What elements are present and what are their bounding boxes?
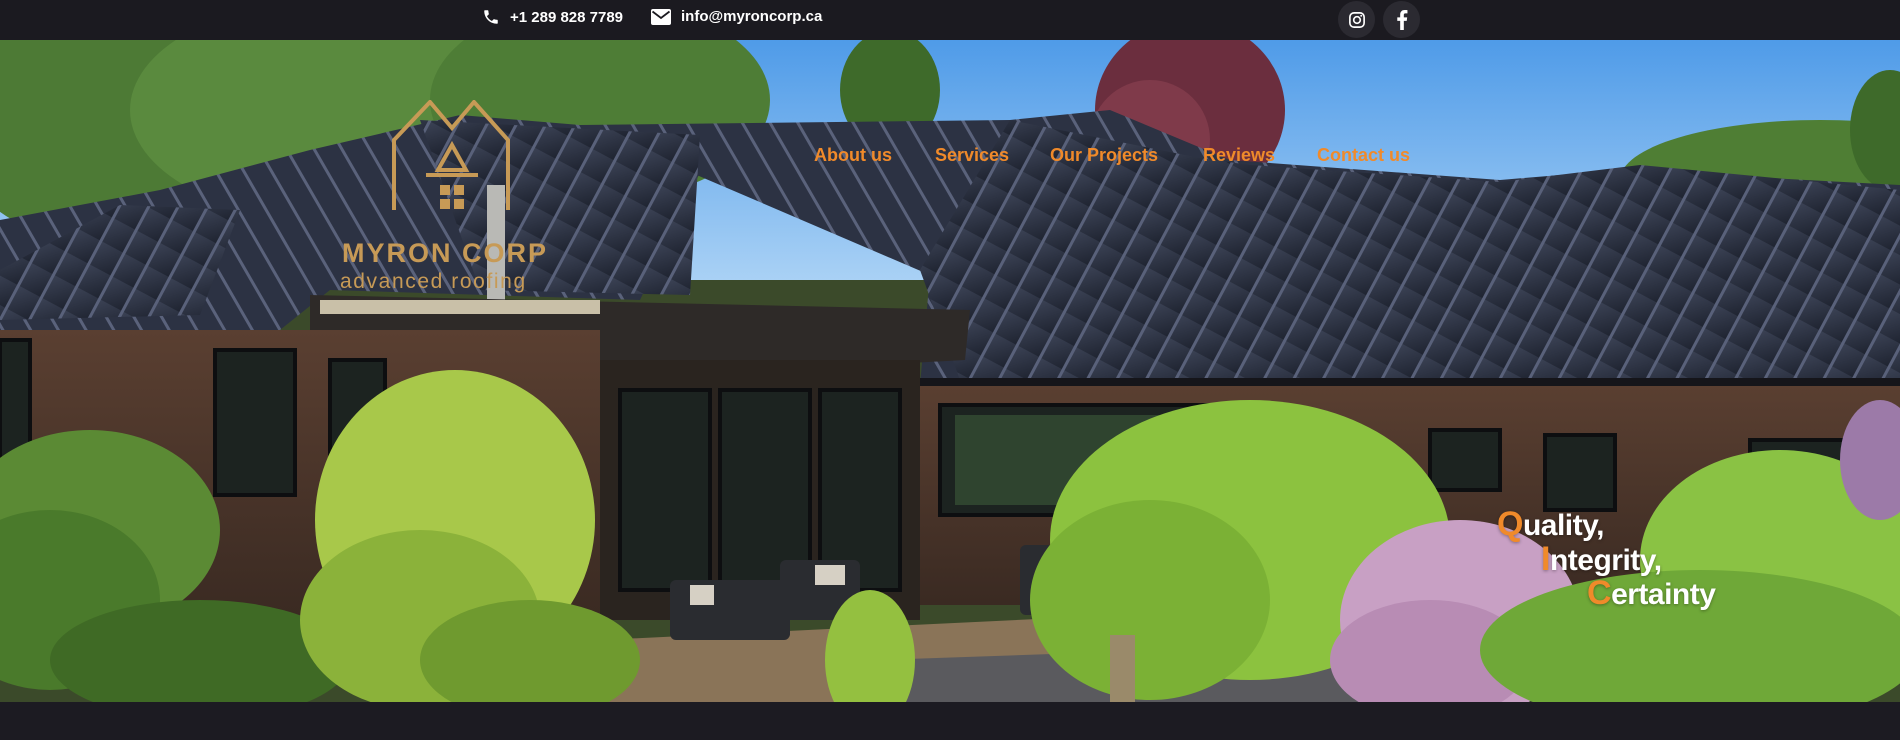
phone-contact[interactable]: +1 289 828 7789 — [482, 8, 623, 26]
envelope-icon — [651, 8, 671, 25]
instagram-link[interactable] — [1338, 1, 1375, 38]
tagline-certainty: Certainty — [1587, 574, 1716, 613]
tagline-certainty-initial: C — [1587, 574, 1612, 612]
tagline-certainty-rest: ertainty — [1611, 578, 1716, 611]
email-address: info@myroncorp.ca — [681, 8, 823, 25]
facebook-link[interactable] — [1383, 1, 1420, 38]
nav-services[interactable]: Services — [935, 145, 1009, 166]
tagline-quality: Quality, — [1497, 505, 1604, 544]
house-logo-icon — [392, 100, 510, 210]
hero-banner: MYRON CORP advanced roofing About us Ser… — [0, 40, 1900, 702]
bottom-strip — [0, 702, 1900, 740]
logo-tagline: advanced roofing — [340, 270, 527, 293]
instagram-icon — [1348, 11, 1365, 28]
nav-contact-us[interactable]: Contact us — [1317, 145, 1410, 166]
phone-icon — [484, 10, 498, 24]
email-contact[interactable]: info@myroncorp.ca — [651, 8, 822, 25]
logo-company-name: MYRON CORP — [342, 238, 549, 268]
tagline-quality-rest: uality, — [1522, 509, 1604, 542]
tagline-integrity-initial: I — [1541, 540, 1550, 578]
tagline-integrity-rest: ntegrity, — [1549, 544, 1662, 577]
brand-logo[interactable]: MYRON CORP advanced roofing — [330, 100, 580, 300]
nav-about-us[interactable]: About us — [814, 145, 892, 166]
nav-reviews[interactable]: Reviews — [1203, 145, 1275, 166]
tagline-quality-initial: Q — [1497, 505, 1523, 543]
facebook-icon — [1396, 9, 1407, 30]
nav-our-projects[interactable]: Our Projects — [1050, 145, 1158, 166]
top-bar: +1 289 828 7789 info@myroncorp.ca — [0, 0, 1900, 40]
phone-number: +1 289 828 7789 — [510, 8, 624, 26]
